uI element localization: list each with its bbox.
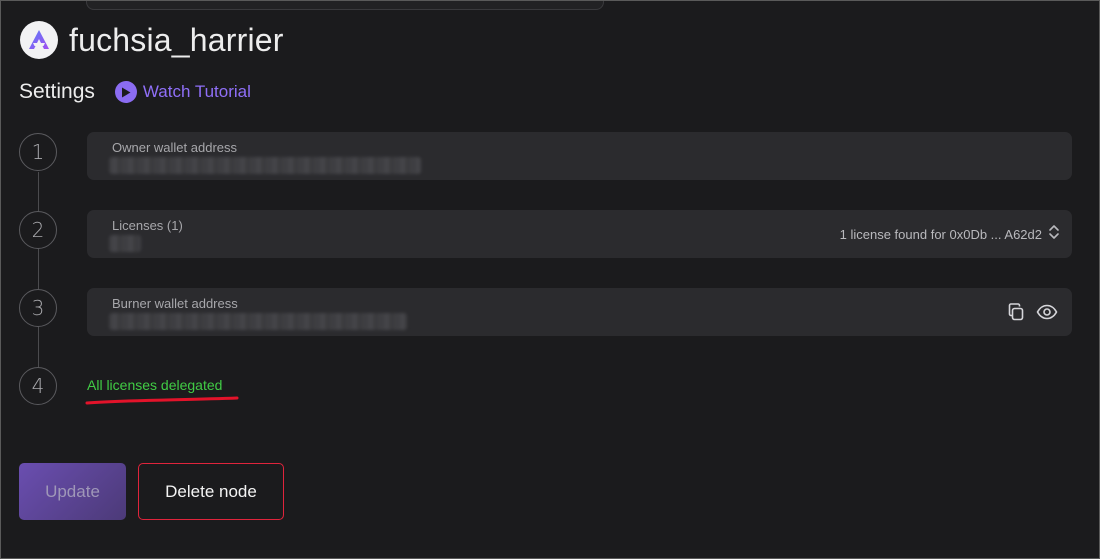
- licenses-label: Licenses (1): [112, 218, 183, 233]
- owner-wallet-field[interactable]: Owner wallet address: [87, 132, 1072, 180]
- app-logo-icon: [20, 21, 58, 59]
- step-number-2: 2: [19, 211, 57, 249]
- burner-wallet-label: Burner wallet address: [112, 296, 238, 311]
- burner-wallet-actions: [998, 288, 1060, 336]
- watch-tutorial-link[interactable]: Watch Tutorial: [114, 81, 251, 103]
- burner-wallet-value-redacted: [109, 313, 407, 330]
- steps-connector-line: [38, 172, 39, 368]
- node-name: fuchsia_harrier: [69, 21, 284, 58]
- settings-title: Settings: [19, 80, 95, 103]
- watch-tutorial-label: Watch Tutorial: [142, 82, 251, 101]
- chevron-up-down-icon: [1048, 224, 1060, 245]
- eye-icon[interactable]: [1034, 299, 1060, 325]
- delegation-status: All licenses delegated: [87, 377, 223, 393]
- play-icon: [114, 81, 137, 103]
- owner-wallet-label: Owner wallet address: [112, 140, 237, 155]
- node-header: fuchsia_harrier: [20, 21, 284, 59]
- licenses-select[interactable]: Licenses (1) 1 license found for 0x0Db .…: [87, 210, 1072, 258]
- owner-wallet-value-redacted: [109, 157, 421, 174]
- step-number-1: 1: [19, 133, 57, 171]
- update-button[interactable]: Update: [19, 463, 126, 520]
- license-value-redacted: [109, 235, 141, 252]
- dropdown-panel-edge: [86, 0, 604, 10]
- copy-icon[interactable]: [1003, 299, 1029, 325]
- licenses-select-right: 1 license found for 0x0Db ... A62d2: [840, 210, 1060, 258]
- red-underline-annotation: [85, 396, 239, 405]
- step-number-3: 3: [19, 289, 57, 327]
- settings-row: Settings Watch Tutorial: [19, 80, 251, 104]
- delete-node-button[interactable]: Delete node: [138, 463, 284, 520]
- step-number-4: 4: [19, 367, 57, 405]
- burner-wallet-field[interactable]: Burner wallet address: [87, 288, 1072, 336]
- license-found-status: 1 license found for 0x0Db ... A62d2: [839, 226, 1042, 242]
